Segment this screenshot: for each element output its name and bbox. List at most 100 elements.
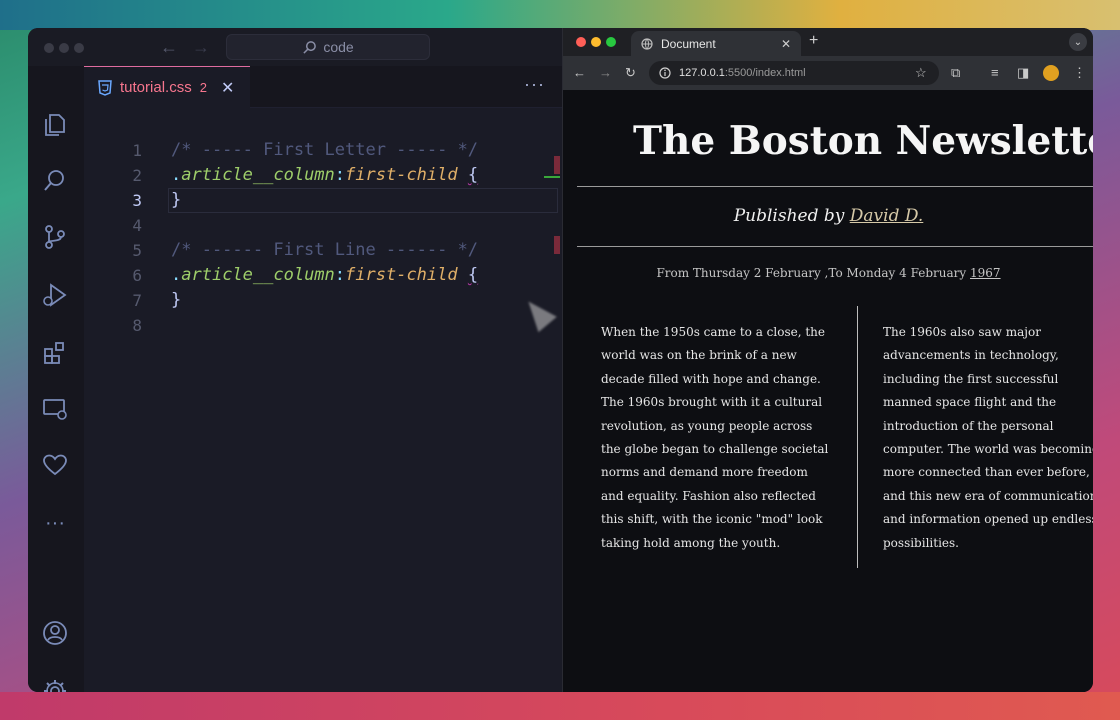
- window-minimize-dot[interactable]: [591, 37, 601, 47]
- line-number: 2: [132, 166, 142, 185]
- close-brace: }: [171, 290, 182, 310]
- minimap-marker: [544, 176, 560, 178]
- address-bar[interactable]: 127.0.0.1:5500/index.html: [649, 61, 939, 85]
- tab-close-icon[interactable]: ✕: [221, 78, 234, 98]
- column-divider: [857, 306, 858, 568]
- css-selector: article__column: [181, 265, 335, 285]
- editor-tab-bar: tutorial.css 2 ✕ ···: [84, 66, 562, 108]
- minimap-marker: [554, 156, 560, 174]
- date-year: 1967: [970, 266, 1001, 280]
- search-label: code: [323, 39, 354, 55]
- extensions-icon[interactable]: [40, 338, 70, 368]
- code-line: 4: [84, 213, 562, 238]
- browser-tab-strip: Document ✕ + ⌄: [563, 28, 1093, 56]
- date-range-text: From Thursday 2 February ,To Monday 4 Fe…: [656, 266, 971, 280]
- browser-menu-icon[interactable]: ⋮: [1073, 64, 1086, 82]
- activity-bar: ···: [28, 66, 84, 692]
- window-close-dot[interactable]: [576, 37, 586, 47]
- open-brace: {: [467, 165, 479, 185]
- back-arrow-icon[interactable]: ←: [573, 64, 586, 82]
- extensions-puzzle-icon[interactable]: ⧉: [951, 64, 960, 82]
- source-control-icon[interactable]: [40, 222, 70, 252]
- line-number: 5: [132, 241, 142, 260]
- search-sidebar-icon[interactable]: [40, 166, 70, 196]
- new-tab-icon[interactable]: +: [809, 32, 818, 50]
- globe-icon: [641, 37, 653, 50]
- url-path: :5500/index.html: [724, 67, 806, 79]
- code-comment: /* ------ First Line ------ */: [171, 240, 479, 260]
- url-host: 127.0.0.1: [679, 67, 725, 79]
- remote-explorer-icon[interactable]: [40, 394, 70, 424]
- command-center-search[interactable]: code: [226, 34, 430, 60]
- byline-divider: [577, 246, 1093, 247]
- code-line: 2 .article__column:first-child {: [84, 163, 562, 188]
- web-page: The Boston Newsletter Published by David…: [563, 90, 1093, 692]
- article-column-1: When the 1950s came to a close, the worl…: [601, 325, 829, 550]
- code-rule: .article__column:first-child {: [171, 265, 479, 285]
- site-info-icon[interactable]: [659, 67, 671, 79]
- bookmark-star-icon[interactable]: ☆: [915, 64, 927, 82]
- browser-tab-document[interactable]: Document ✕: [631, 31, 801, 56]
- window-zoom-dot[interactable]: [74, 43, 84, 53]
- window-close-dot[interactable]: [44, 43, 54, 53]
- css-selector: article__column: [181, 165, 335, 185]
- line-number: 7: [132, 291, 142, 310]
- date-range: From Thursday 2 February ,To Monday 4 Fe…: [563, 266, 1093, 280]
- line-number: 8: [132, 316, 142, 335]
- line-number: 3: [132, 191, 142, 210]
- heart-icon[interactable]: [40, 450, 70, 480]
- tab-filename: tutorial.css: [120, 79, 192, 96]
- url-text: 127.0.0.1:5500/index.html: [679, 67, 806, 79]
- css-pseudo: first-child: [345, 265, 458, 285]
- browser-tab-close-icon[interactable]: ✕: [781, 37, 791, 51]
- window-zoom-dot[interactable]: [606, 37, 616, 47]
- vscode-titlebar: ← → code: [28, 28, 562, 66]
- run-debug-icon[interactable]: [40, 280, 70, 310]
- author-link[interactable]: David D.: [850, 206, 924, 226]
- code-comment: /* ----- First Letter ----- */: [171, 140, 479, 160]
- close-brace: }: [171, 190, 182, 210]
- byline-prefix: Published by: [733, 206, 850, 226]
- settings-gear-icon[interactable]: [40, 676, 70, 692]
- search-icon: [303, 40, 317, 54]
- more-views-icon[interactable]: ···: [40, 508, 70, 538]
- code-rule: .article__column:first-child {: [171, 165, 479, 185]
- line-number: 4: [132, 216, 142, 235]
- article-column-2: The 1960s also saw major advancements in…: [883, 325, 1093, 550]
- minimap-marker: [554, 236, 560, 254]
- tab-tutorial-css[interactable]: tutorial.css 2 ✕: [84, 66, 250, 108]
- back-arrow-icon[interactable]: ←: [160, 37, 178, 58]
- code-line: 5 /* ------ First Line ------ */: [84, 238, 562, 263]
- code-line: 6 .article__column:first-child {: [84, 263, 562, 288]
- account-icon[interactable]: [40, 618, 70, 648]
- browser-toolbar: ← → ↻ 127.0.0.1:5500/index.html ☆ ⧉ ≡ ◨ …: [563, 56, 1093, 90]
- title-divider: [577, 186, 1093, 187]
- css-file-icon: [98, 79, 112, 96]
- line-number: 6: [132, 266, 142, 285]
- code-line: 8: [84, 313, 562, 338]
- open-brace: {: [467, 265, 479, 285]
- forward-arrow-icon[interactable]: →: [192, 37, 210, 58]
- browser-window: Document ✕ + ⌄ ← → ↻ 127.0.0.1:5500/inde…: [562, 28, 1093, 692]
- tab-search-chevron-icon[interactable]: ⌄: [1069, 33, 1087, 51]
- byline: Published by David D.: [563, 206, 1093, 226]
- side-panel-icon[interactable]: ◨: [1017, 64, 1029, 82]
- vscode-window: ← → code ··· tutorial.css 2 ✕ ··· 1 /* -…: [28, 28, 562, 692]
- code-editor[interactable]: 1 /* ----- First Letter ----- */ 2 .arti…: [84, 108, 562, 692]
- window-minimize-dot[interactable]: [59, 43, 69, 53]
- desktop-wallpaper-top: [0, 0, 1120, 30]
- css-pseudo: first-child: [345, 165, 458, 185]
- tab-problem-count: 2: [199, 80, 207, 95]
- media-controls-icon[interactable]: ≡: [991, 64, 999, 82]
- code-line: 1 /* ----- First Letter ----- */: [84, 138, 562, 163]
- profile-avatar[interactable]: [1043, 65, 1059, 81]
- code-line-active: 3 }: [84, 188, 562, 213]
- reload-icon[interactable]: ↻: [625, 64, 636, 82]
- more-actions-icon[interactable]: ···: [524, 74, 545, 95]
- code-line: 7 }: [84, 288, 562, 313]
- line-number: 1: [132, 141, 142, 160]
- browser-tab-title: Document: [661, 36, 716, 51]
- explorer-icon[interactable]: [40, 110, 70, 140]
- newsletter-title: The Boston Newsletter: [633, 118, 1093, 164]
- forward-arrow-icon[interactable]: →: [599, 64, 612, 82]
